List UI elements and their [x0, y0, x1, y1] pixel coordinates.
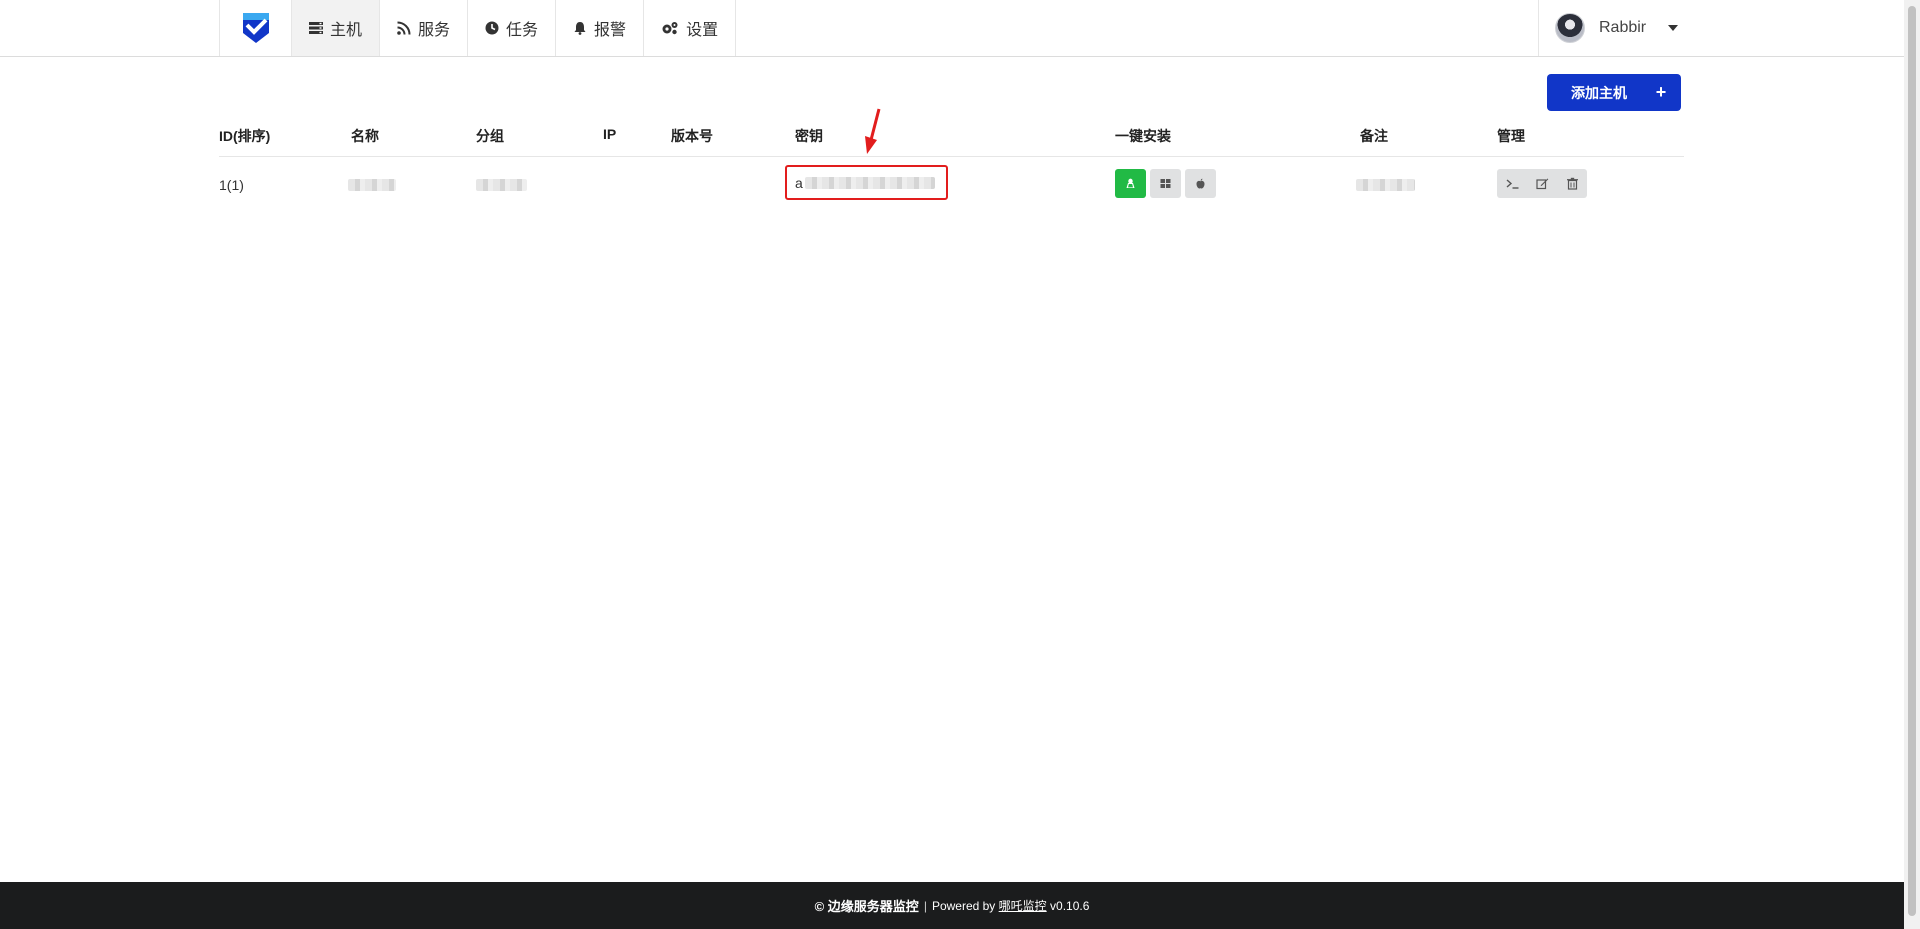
- manage-button-group: [1497, 169, 1587, 198]
- column-header-manage: 管理: [1497, 128, 1525, 144]
- nav-item-settings[interactable]: 设置: [644, 0, 737, 56]
- terminal-button[interactable]: [1497, 169, 1527, 198]
- apple-icon: [1196, 178, 1205, 189]
- nav-item-label: 设置: [686, 22, 719, 39]
- column-header-group: 分组: [476, 128, 504, 144]
- trash-icon: [1566, 177, 1578, 190]
- top-nav-bar: 主机 服务 任务 报警 设置 Rabbir: [0, 0, 1904, 57]
- gears-icon: [662, 22, 678, 35]
- column-header-version: 版本号: [671, 128, 713, 144]
- chevron-down-icon: [1668, 25, 1679, 31]
- plus-icon: +: [1655, 82, 1667, 102]
- footer-separator: |: [923, 898, 927, 913]
- clock-icon: [485, 21, 499, 35]
- footer-version: v0.10.6: [1050, 898, 1090, 913]
- cell-id: 1(1): [219, 177, 244, 193]
- nav-item-label: 任务: [506, 22, 539, 39]
- rss-icon: [397, 21, 411, 35]
- logo[interactable]: [220, 0, 292, 56]
- shield-check-logo: [242, 13, 269, 43]
- terminal-icon: [1506, 179, 1518, 189]
- footer-project-link[interactable]: 哪吒监控: [999, 897, 1047, 914]
- column-header-install: 一键安装: [1115, 128, 1171, 144]
- cell-note-redacted: [1356, 179, 1415, 191]
- add-host-label: 添加主机: [1571, 84, 1627, 101]
- column-header-name: 名称: [351, 128, 379, 144]
- avatar: [1555, 13, 1585, 43]
- table-header: ID(排序) 名称 分组 IP 版本号 密钥 一键安装 备注 管理: [219, 112, 1684, 157]
- footer-brand: © 边缘服务器监控: [814, 899, 919, 914]
- vertical-scrollbar[interactable]: [1904, 0, 1920, 929]
- secret-highlight-box: a: [785, 165, 948, 200]
- table-row: 1(1) a: [219, 157, 1684, 211]
- column-header-note: 备注: [1360, 128, 1388, 144]
- server-icon: [309, 22, 323, 34]
- nav-item-label: 服务: [418, 22, 451, 39]
- user-menu[interactable]: Rabbir: [1538, 0, 1688, 56]
- nav-item-alerts[interactable]: 报警: [556, 0, 645, 56]
- edit-button[interactable]: [1527, 169, 1557, 198]
- scrollbar-thumb[interactable]: [1908, 6, 1916, 916]
- column-header-id: ID(排序): [219, 128, 271, 144]
- cell-secret-prefix: a: [795, 174, 803, 191]
- nav-item-tasks[interactable]: 任务: [468, 0, 557, 56]
- windows-icon: [1160, 179, 1171, 188]
- footer-powered-by: Powered by: [931, 898, 996, 913]
- column-header-ip: IP: [603, 126, 617, 142]
- hosts-table: ID(排序) 名称 分组 IP 版本号 密钥 一键安装 备注 管理 1(1) a: [219, 112, 1684, 211]
- nav-item-hosts[interactable]: 主机: [292, 0, 381, 56]
- edit-icon: [1535, 178, 1548, 190]
- nav-item-services[interactable]: 服务: [380, 0, 469, 56]
- footer: © 边缘服务器监控 | Powered by 哪吒监控 v0.10.6: [0, 882, 1904, 929]
- one-click-install-group: [1115, 169, 1216, 198]
- linux-icon: [1126, 178, 1135, 188]
- install-macos-button[interactable]: [1185, 169, 1216, 198]
- bell-icon: [574, 22, 586, 35]
- install-windows-button[interactable]: [1150, 169, 1181, 198]
- cell-name-redacted: [348, 179, 396, 191]
- main-nav: 主机 服务 任务 报警 设置: [219, 0, 737, 56]
- cell-secret-redacted: [804, 176, 935, 189]
- annotation-arrow-icon: [865, 108, 881, 154]
- cell-group-redacted: [476, 179, 527, 191]
- install-linux-button[interactable]: [1115, 169, 1146, 198]
- nav-item-label: 主机: [330, 22, 363, 39]
- add-host-button[interactable]: 添加主机 +: [1547, 74, 1681, 111]
- user-name: Rabbir: [1599, 19, 1647, 36]
- nav-item-label: 报警: [594, 22, 627, 39]
- delete-button[interactable]: [1557, 169, 1587, 198]
- column-header-secret: 密钥: [795, 128, 823, 144]
